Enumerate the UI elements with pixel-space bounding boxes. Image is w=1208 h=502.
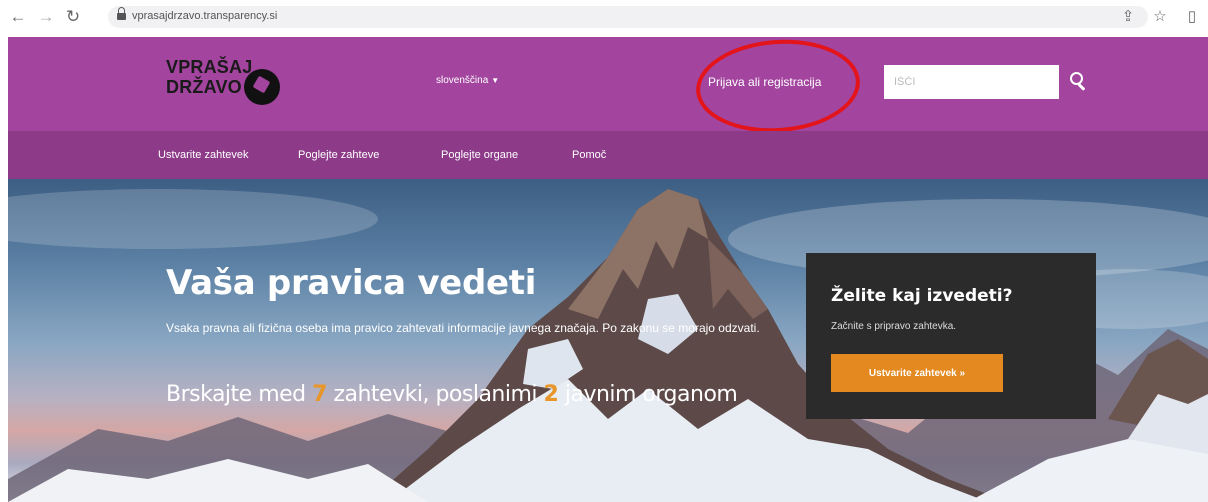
logo-mark-icon <box>244 69 280 105</box>
requests-count[interactable]: 7 <box>312 382 327 407</box>
nav-view-requests[interactable]: Poglejte zahteve <box>298 149 379 161</box>
back-arrow-icon[interactable]: ← <box>8 7 28 27</box>
nav-help[interactable]: Pomoč <box>572 149 606 161</box>
stats-text-post: javnim organom <box>564 382 738 407</box>
cta-panel: Želite kaj izvedeti? Začnite s pripravo … <box>806 253 1096 419</box>
star-icon[interactable]: ☆ <box>1150 7 1170 27</box>
hero-title: Vaša pravica vedeti <box>166 263 537 303</box>
red-highlight-circle <box>692 34 864 138</box>
nav-view-bodies[interactable]: Poglejte organe <box>441 149 518 161</box>
nav-create-request[interactable]: Ustvarite zahtevek <box>158 149 248 161</box>
chevron-down-icon: ▼ <box>491 76 500 85</box>
hero-description: Vsaka pravna ali fizična oseba ima pravi… <box>166 321 760 335</box>
language-label: slovenščina <box>436 75 489 86</box>
url-text[interactable]: vprasajdrzavo.transparency.si <box>132 10 277 22</box>
cta-title: Želite kaj izvedeti? <box>831 286 1013 306</box>
site-logo[interactable]: VPRAŠAJ DRŽAVO <box>166 57 280 109</box>
site-header: VPRAŠAJ DRŽAVO slovenščina ▼ Prijava ali … <box>8 34 1208 138</box>
reload-icon[interactable]: ↻ <box>63 7 83 27</box>
main-navigation: Ustvarite zahtevek Poglejte zahteve Pogl… <box>8 131 1208 179</box>
search-input[interactable] <box>884 65 1059 99</box>
lock-icon[interactable] <box>117 7 126 20</box>
language-selector[interactable]: slovenščina ▼ <box>436 75 499 86</box>
browser-toolbar: ← → ↻ vprasajdrzavo.transparency.si ⇪ ☆ … <box>0 0 1208 34</box>
share-icon[interactable]: ⇪ <box>1118 7 1138 27</box>
search-icon[interactable] <box>1068 71 1090 93</box>
bodies-count[interactable]: 2 <box>544 382 559 407</box>
cta-subtitle: Začnite s pripravo zahtevka. <box>831 321 957 332</box>
forward-arrow-icon[interactable]: → <box>36 7 56 27</box>
stats-text-mid: zahtevki, poslanimi <box>333 382 538 407</box>
stats-text-pre: Brskajte med <box>166 382 306 407</box>
hero-section: Vaša pravica vedeti Vsaka pravna ali fiz… <box>8 179 1208 502</box>
address-bar[interactable]: vprasajdrzavo.transparency.si <box>108 6 1148 28</box>
sidebar-icon[interactable]: ▯ <box>1182 7 1202 27</box>
hero-statistics: Brskajte med 7 zahtevki, poslanimi 2 jav… <box>166 382 738 407</box>
create-request-button[interactable]: Ustvarite zahtevek » <box>831 354 1003 392</box>
